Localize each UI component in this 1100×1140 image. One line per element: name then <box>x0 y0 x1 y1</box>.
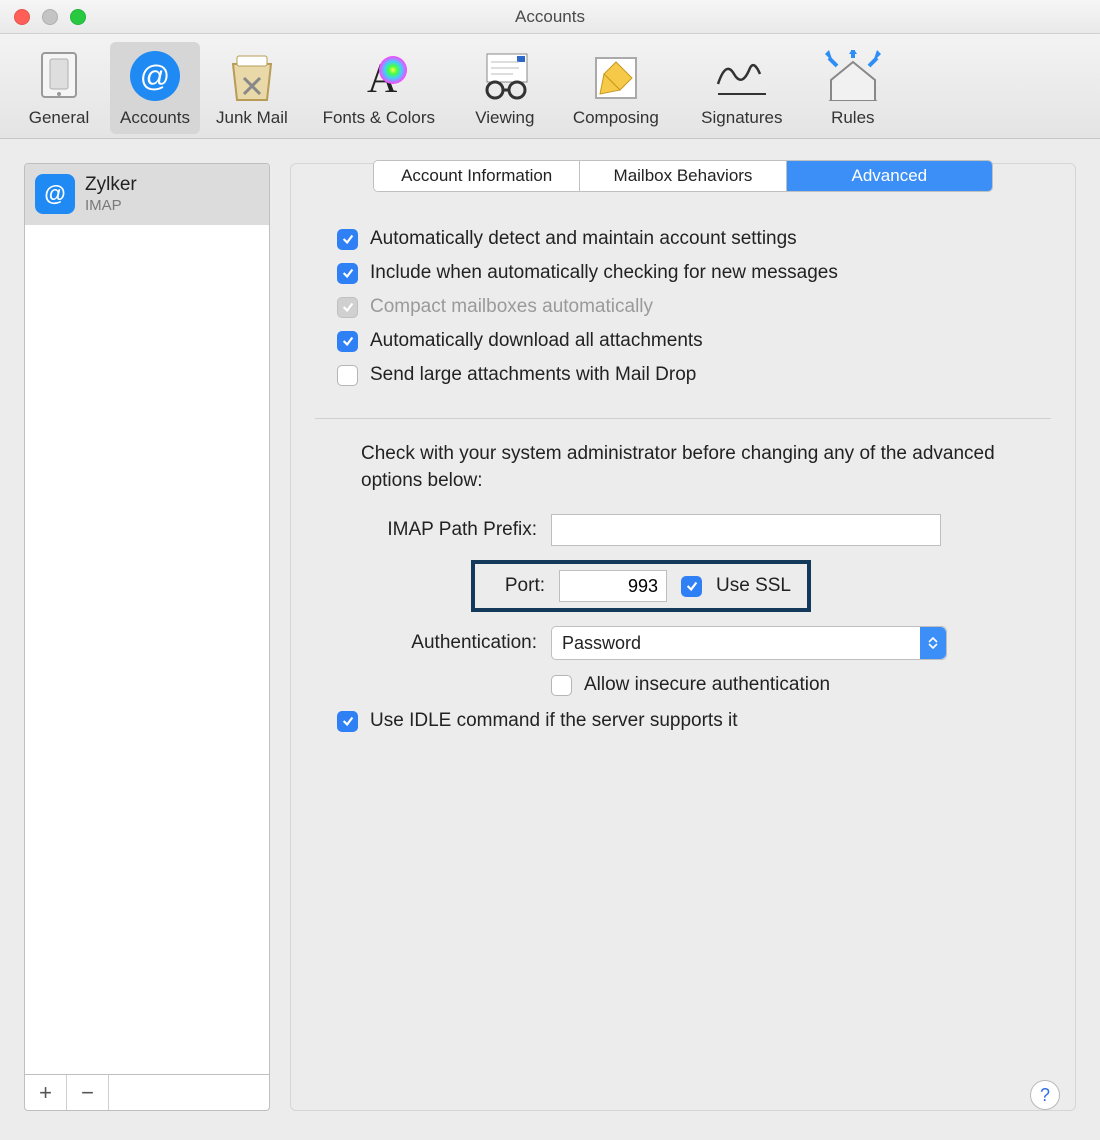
titlebar: Accounts <box>0 0 1100 34</box>
at-sign-icon: @ <box>127 48 183 104</box>
option-mail-drop[interactable]: Send large attachments with Mail Drop <box>337 364 1075 386</box>
toolbar-label: Signatures <box>701 108 782 128</box>
advanced-form: IMAP Path Prefix: Port: Use SSL Authenti… <box>291 504 1075 732</box>
account-type: IMAP <box>85 197 137 215</box>
fonts-colors-icon: A <box>351 48 407 104</box>
chevron-up-down-icon <box>920 627 946 659</box>
admin-warning-text: Check with your system administrator bef… <box>291 419 1075 504</box>
row-imap-prefix: IMAP Path Prefix: <box>291 514 1015 546</box>
auth-select[interactable]: Password <box>551 626 947 660</box>
toolbar-label: General <box>29 108 89 128</box>
option-label: Allow insecure authentication <box>584 674 830 696</box>
advanced-options: Automatically detect and maintain accoun… <box>291 196 1075 410</box>
svg-text:@: @ <box>140 60 170 93</box>
checkbox-icon[interactable] <box>337 263 358 284</box>
toolbar-label: Viewing <box>475 108 534 128</box>
toolbar-item-rules[interactable]: Rules <box>808 42 898 134</box>
help-button[interactable]: ? <box>1030 1080 1060 1110</box>
window-title: Accounts <box>0 7 1100 27</box>
toolbar-item-signatures[interactable]: Signatures <box>682 42 802 134</box>
use-ssl-label: Use SSL <box>716 575 791 597</box>
preferences-toolbar: General @ Accounts Junk Mail A <box>0 34 1100 139</box>
add-account-button[interactable]: + <box>25 1075 67 1110</box>
account-name: Zylker <box>85 174 137 197</box>
remove-account-button[interactable]: − <box>67 1075 109 1110</box>
sidebar-footer-spacer <box>109 1075 269 1110</box>
option-auto-detect[interactable]: Automatically detect and maintain accoun… <box>337 228 1075 250</box>
toolbar-item-accounts[interactable]: @ Accounts <box>110 42 200 134</box>
content-area: @ Zylker IMAP + − Account Information Ma… <box>0 139 1100 1135</box>
option-allow-insecure[interactable]: Allow insecure authentication <box>551 674 1015 696</box>
port-input[interactable] <box>559 570 667 602</box>
accounts-sidebar: @ Zylker IMAP + − <box>24 163 270 1111</box>
row-port: Port: Use SSL <box>291 560 1015 612</box>
at-sign-icon: @ <box>35 174 75 214</box>
toolbar-item-composing[interactable]: Composing <box>556 42 676 134</box>
option-label: Automatically download all attachments <box>370 330 703 352</box>
signatures-icon <box>714 48 770 104</box>
account-texts: Zylker IMAP <box>85 174 137 215</box>
composing-icon <box>588 48 644 104</box>
port-label: Port: <box>481 575 545 597</box>
use-ssl-checkbox[interactable] <box>681 576 702 597</box>
option-label: Use IDLE command if the server supports … <box>370 710 737 732</box>
checkbox-icon[interactable] <box>551 675 572 696</box>
checkbox-icon <box>337 297 358 318</box>
checkbox-icon[interactable] <box>337 365 358 386</box>
toolbar-label: Junk Mail <box>216 108 288 128</box>
auth-value: Password <box>562 633 641 654</box>
tab-advanced[interactable]: Advanced <box>787 161 992 191</box>
toolbar-label: Fonts & Colors <box>323 108 435 128</box>
imap-prefix-label: IMAP Path Prefix: <box>291 519 551 541</box>
option-label: Send large attachments with Mail Drop <box>370 364 696 386</box>
tab-account-information[interactable]: Account Information <box>374 161 580 191</box>
general-icon <box>31 48 87 104</box>
checkbox-icon[interactable] <box>337 331 358 352</box>
sidebar-footer: + − <box>24 1075 270 1111</box>
option-compact: Compact mailboxes automatically <box>337 296 1075 318</box>
row-authentication: Authentication: Password <box>291 626 1015 660</box>
tab-mailbox-behaviors[interactable]: Mailbox Behaviors <box>580 161 786 191</box>
rules-icon <box>825 48 881 104</box>
option-label: Include when automatically checking for … <box>370 262 838 284</box>
account-row[interactable]: @ Zylker IMAP <box>25 164 269 225</box>
option-auto-download[interactable]: Automatically download all attachments <box>337 330 1075 352</box>
option-label: Automatically detect and maintain accoun… <box>370 228 797 250</box>
toolbar-item-fonts-colors[interactable]: A Fonts & Colors <box>304 42 454 134</box>
port-ssl-highlight: Port: Use SSL <box>471 560 811 612</box>
toolbar-item-junk-mail[interactable]: Junk Mail <box>206 42 298 134</box>
auth-label: Authentication: <box>291 632 551 654</box>
imap-prefix-input[interactable] <box>551 514 941 546</box>
option-label: Compact mailboxes automatically <box>370 296 653 318</box>
junk-mail-icon <box>224 48 280 104</box>
toolbar-label: Composing <box>573 108 659 128</box>
account-tabs: Account Information Mailbox Behaviors Ad… <box>373 160 993 192</box>
account-settings-panel: Account Information Mailbox Behaviors Ad… <box>290 163 1076 1111</box>
toolbar-label: Rules <box>831 108 874 128</box>
accounts-list[interactable]: @ Zylker IMAP <box>24 163 270 1075</box>
option-include-check[interactable]: Include when automatically checking for … <box>337 262 1075 284</box>
checkbox-icon[interactable] <box>337 711 358 732</box>
viewing-icon <box>477 48 533 104</box>
checkbox-icon[interactable] <box>337 229 358 250</box>
toolbar-item-viewing[interactable]: Viewing <box>460 42 550 134</box>
option-use-idle[interactable]: Use IDLE command if the server supports … <box>337 710 1015 732</box>
toolbar-label: Accounts <box>120 108 190 128</box>
toolbar-item-general[interactable]: General <box>14 42 104 134</box>
